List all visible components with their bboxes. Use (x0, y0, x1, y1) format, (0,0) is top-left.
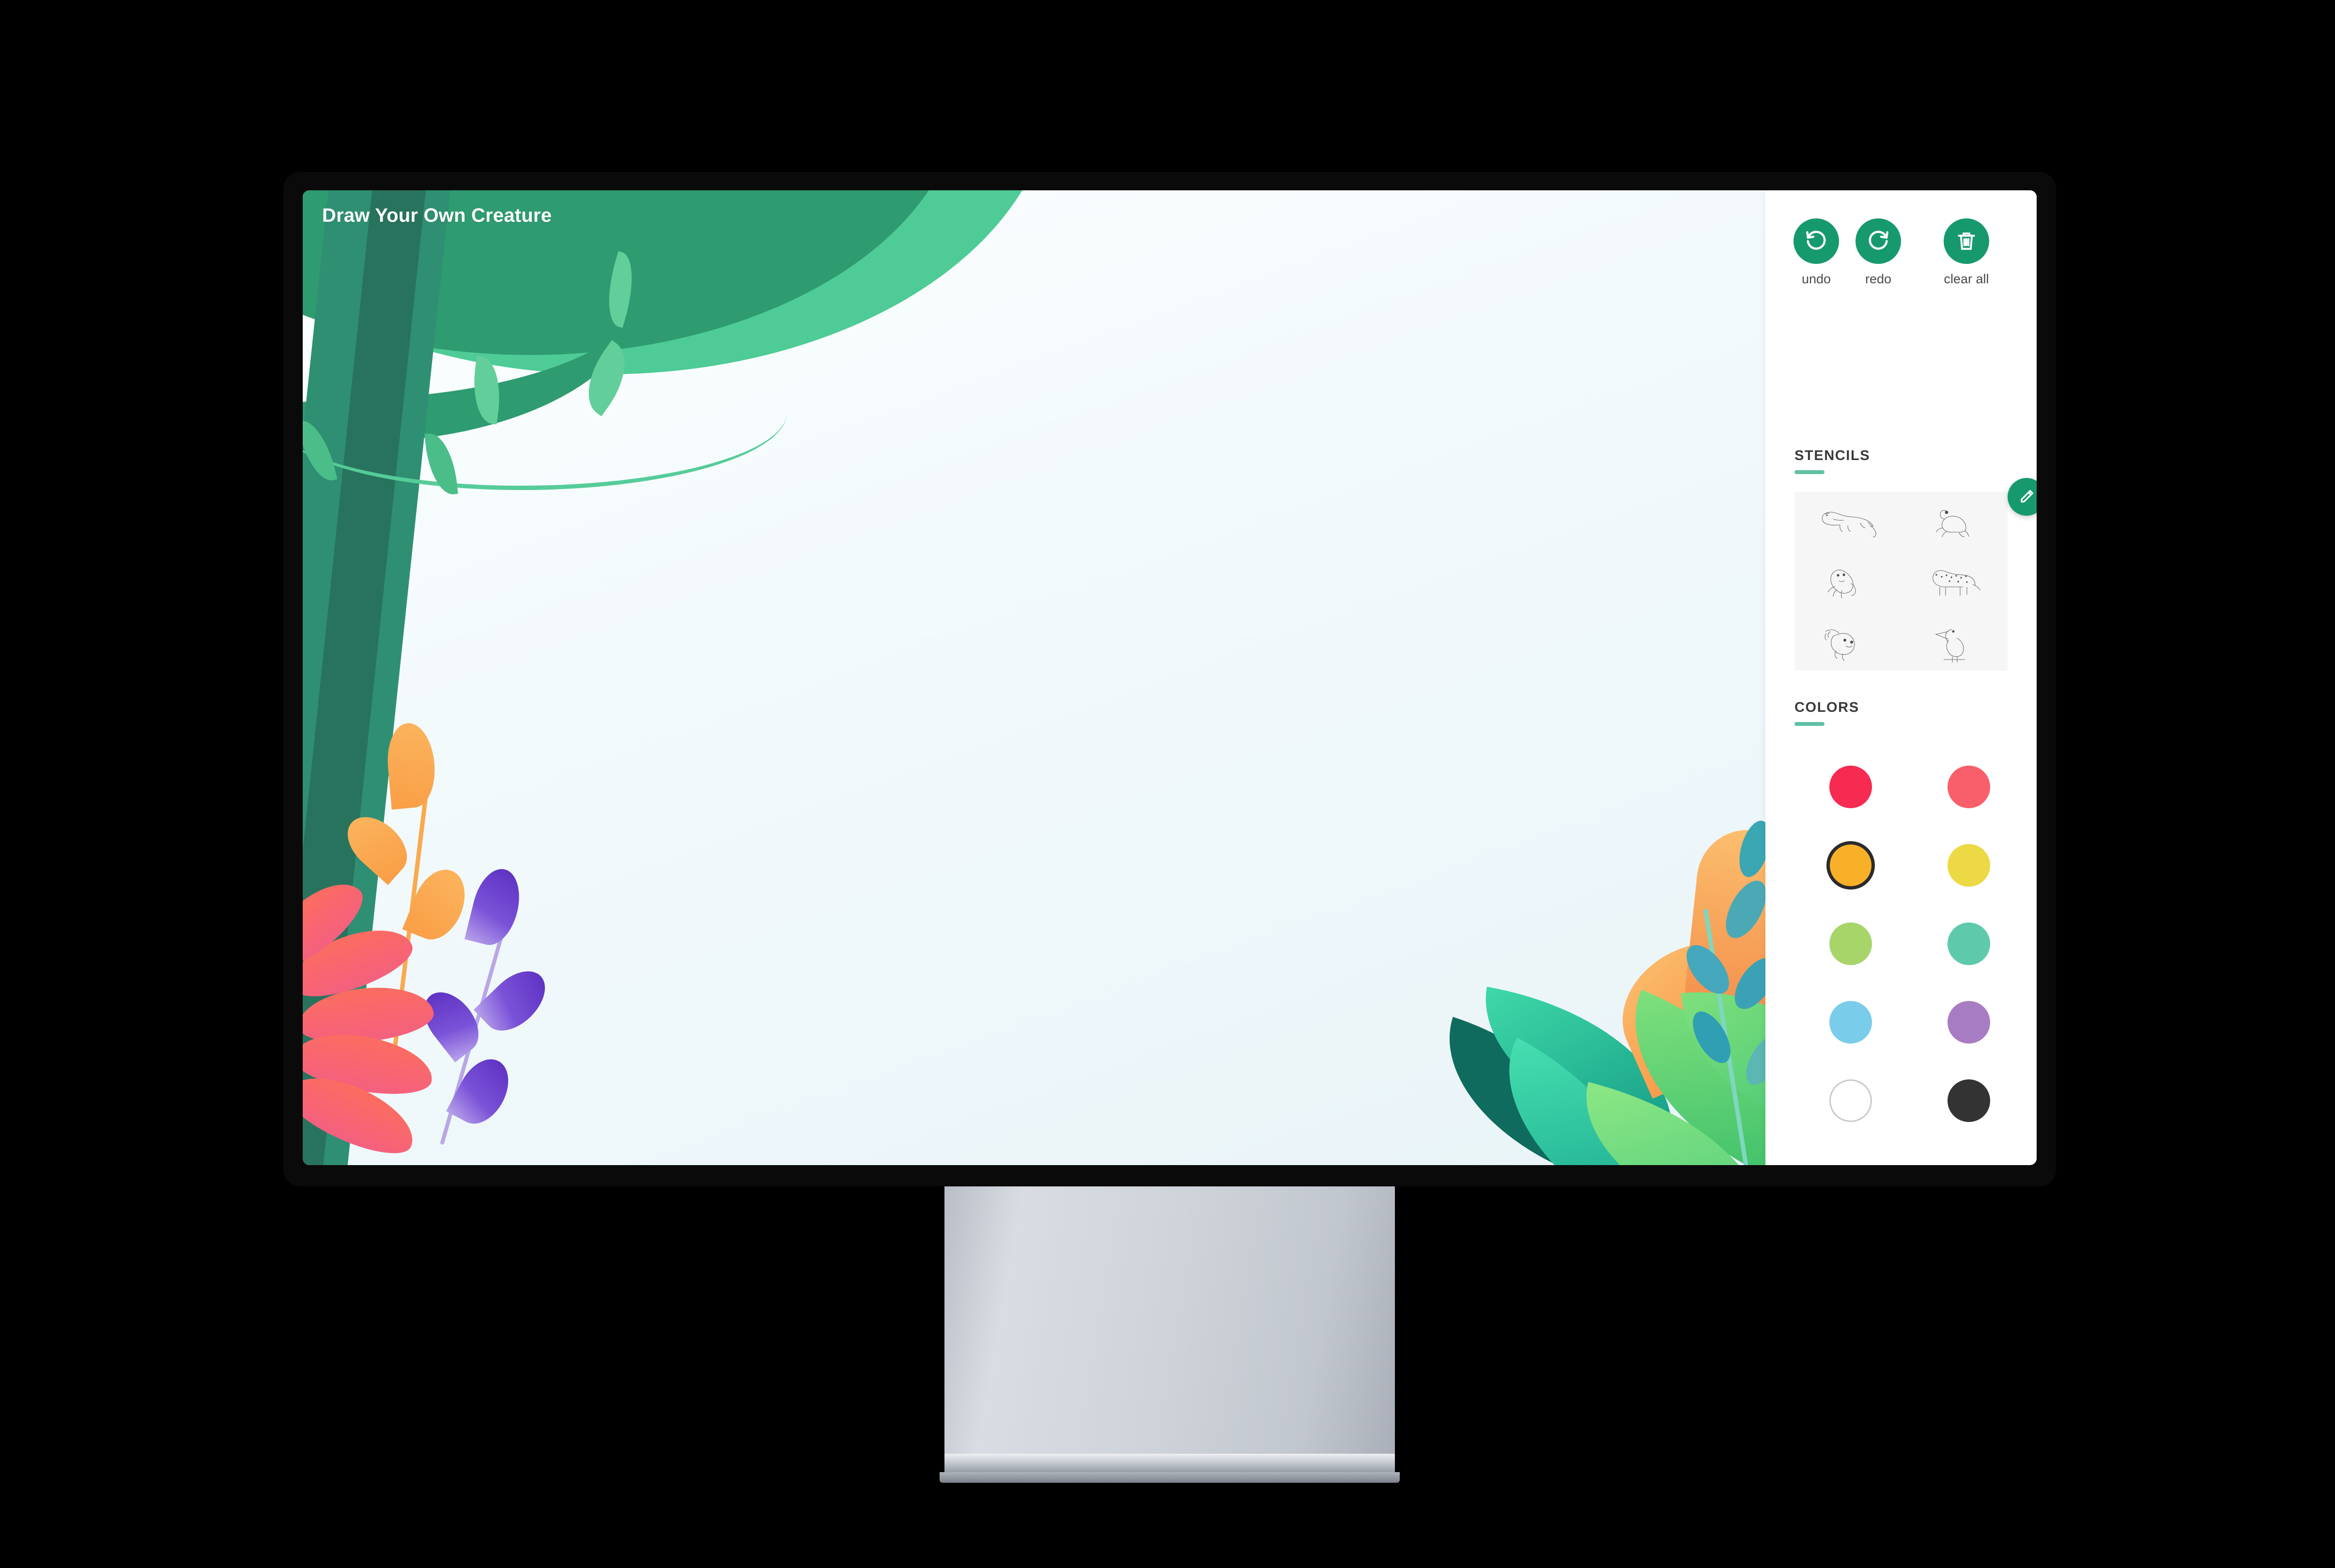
stencil-monkey[interactable] (1794, 551, 1901, 611)
swatch-dot (1829, 922, 1872, 965)
stencils-heading-rule (1794, 470, 1825, 474)
color-swatch-3[interactable] (1945, 841, 1993, 890)
monitor-stand-neck (944, 1186, 1395, 1465)
orange-frond-drop-3 (402, 861, 475, 948)
color-swatch-1[interactable] (1945, 763, 1993, 811)
colors-heading: COLORS (1794, 700, 1859, 715)
stencils-grid (1794, 478, 2037, 671)
stencil-jaguar[interactable] (1901, 551, 2008, 611)
stencils-heading: STENCILS (1794, 448, 1871, 463)
stencil-toucan[interactable] (1901, 611, 2008, 670)
trash-icon (1944, 218, 1989, 264)
monitor-screen: Draw Your Own Creature undo redo clear a… (303, 190, 2037, 1165)
color-swatch-0[interactable] (1826, 763, 1875, 811)
monitor-stand-foot (940, 1472, 1400, 1483)
swatch-dot (1948, 922, 1990, 965)
purple-frond-drop-2 (473, 960, 557, 1042)
clear-all-label: clear all (1944, 272, 1989, 286)
swatch-dot (1829, 1001, 1872, 1044)
swatch-dot (1829, 766, 1872, 808)
drawing-canvas[interactable]: Draw Your Own Creature (303, 190, 1765, 1165)
color-swatch-4[interactable] (1826, 920, 1875, 968)
stencil-iguana[interactable] (1794, 492, 1901, 551)
swatch-dot (1948, 844, 1990, 887)
tools-sidebar: undo redo clear all STENCILS COLORS (1765, 190, 2037, 1165)
color-swatch-7[interactable] (1945, 998, 1993, 1046)
clear-all-button[interactable]: clear all (1894, 218, 2037, 287)
color-swatch-8[interactable] (1826, 1076, 1875, 1125)
purple-frond-drop-4 (446, 1050, 519, 1133)
stencil-sloth[interactable] (1794, 611, 1901, 670)
purple-frond-drop-1 (464, 864, 526, 950)
monitor-stand-lip (944, 1454, 1395, 1474)
color-swatch-9[interactable] (1945, 1076, 1993, 1125)
color-swatch-6[interactable] (1826, 998, 1875, 1046)
swatch-dot (1948, 1079, 1990, 1122)
stencil-frog[interactable] (1901, 492, 2008, 551)
swatch-dot (1948, 766, 1990, 808)
pencil-icon[interactable] (2008, 478, 2037, 516)
color-swatch-2[interactable] (1826, 841, 1875, 890)
history-toolbar: undo redo clear all (1765, 218, 2037, 301)
swatch-dot (1826, 841, 1875, 890)
hanging-vine (303, 340, 787, 490)
color-swatch-5[interactable] (1945, 920, 1993, 968)
swatch-dot (1829, 1079, 1872, 1122)
monitor-device: Draw Your Own Creature undo redo clear a… (0, 0, 2335, 1568)
swatch-dot (1948, 1001, 1990, 1044)
colors-heading-rule (1794, 722, 1825, 726)
page-title: Draw Your Own Creature (322, 205, 552, 226)
